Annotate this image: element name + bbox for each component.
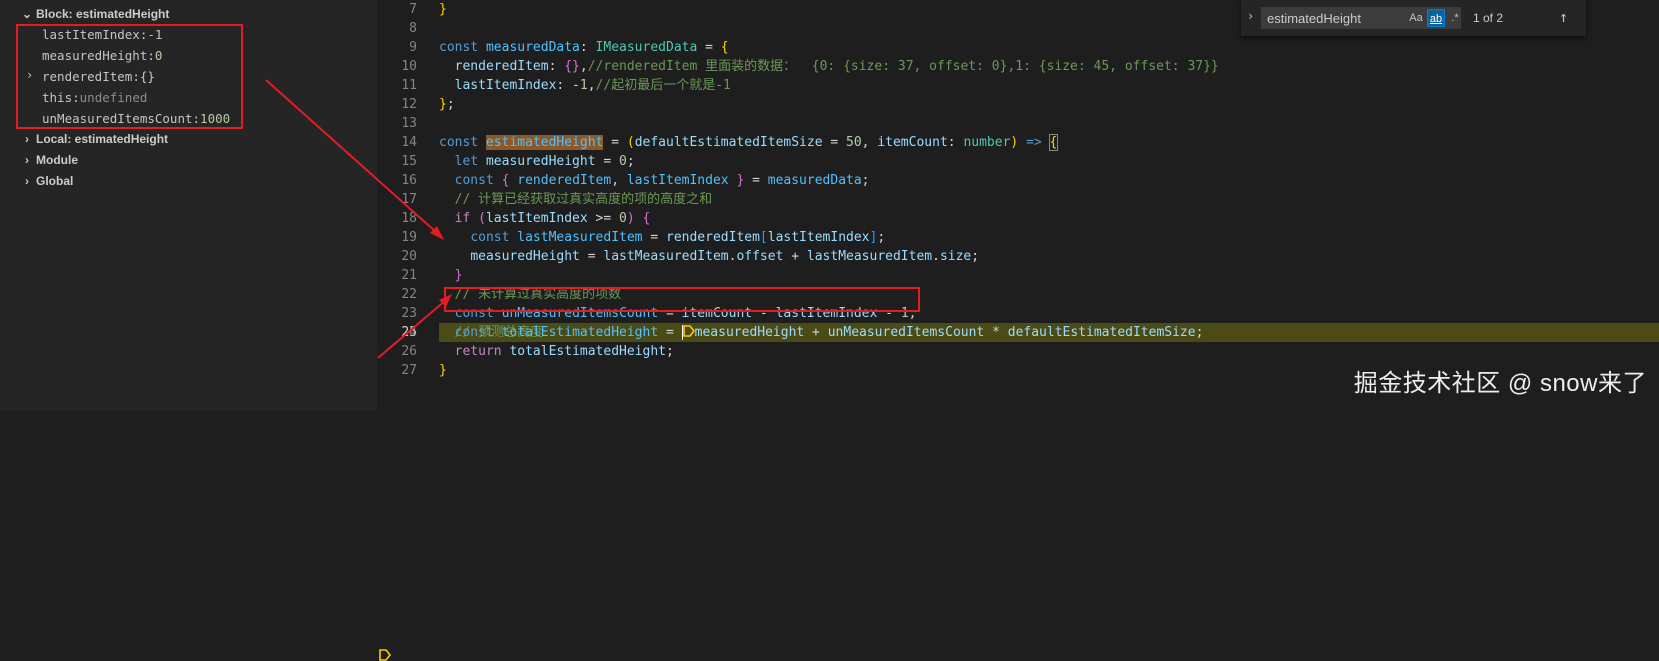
watermark: 掘金技术社区 @ snow来了 bbox=[1353, 370, 1647, 397]
annotation-arrows bbox=[265, 79, 452, 359]
breakpoint-arrow-icon[interactable] bbox=[379, 649, 391, 661]
